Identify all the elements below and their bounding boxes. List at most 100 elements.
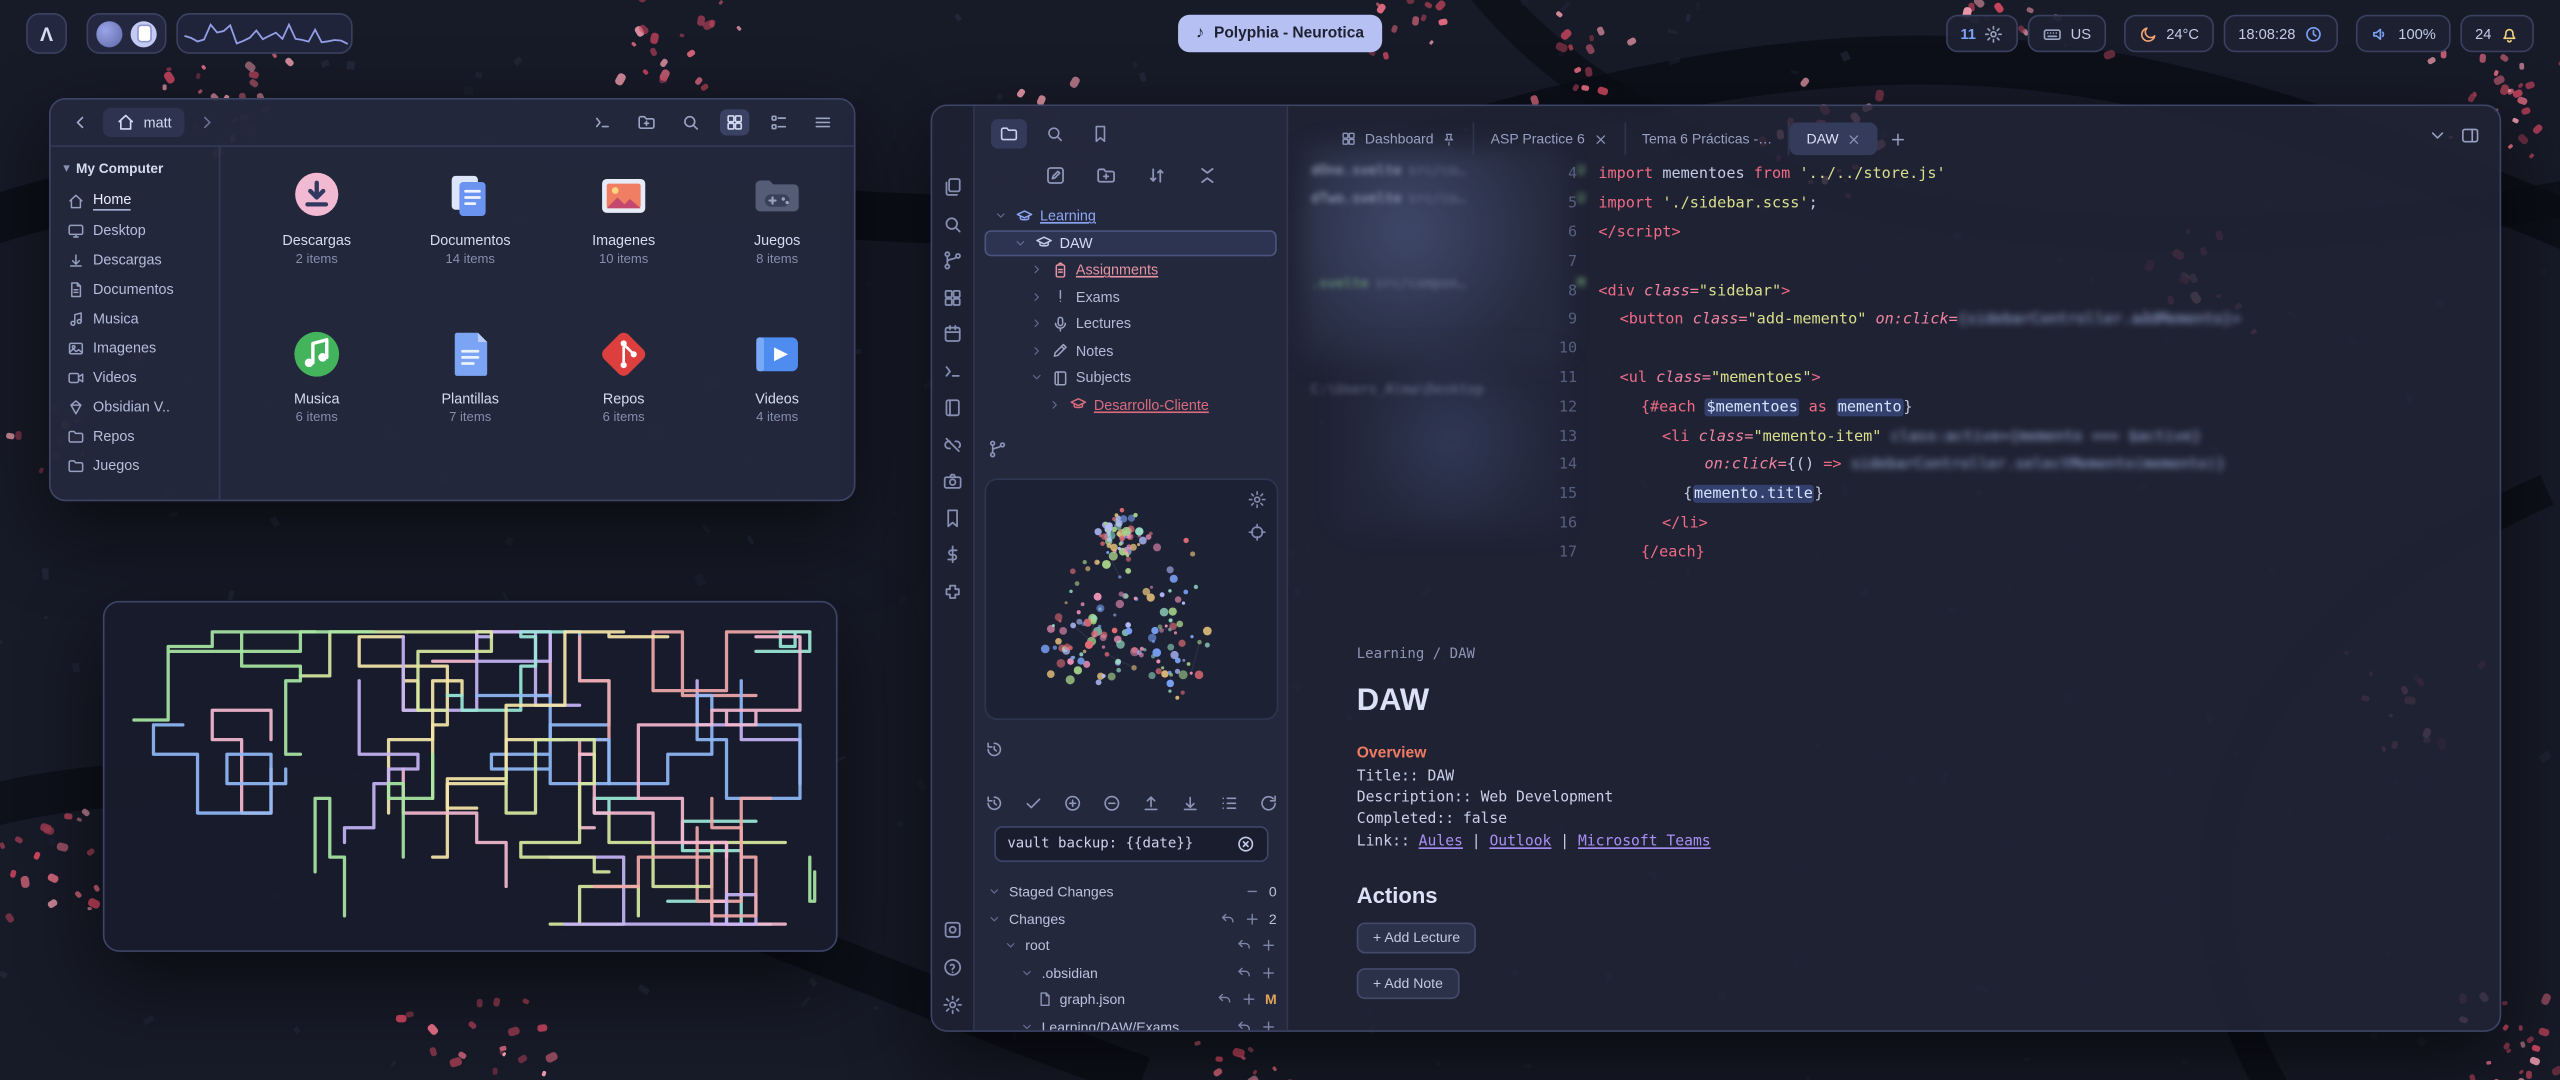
chevron-right-icon[interactable]: [1030, 263, 1045, 276]
clear-message-icon[interactable]: [1236, 834, 1256, 854]
sidebar-header[interactable]: ▾ My Computer: [64, 160, 209, 176]
chevron-down-icon[interactable]: [1014, 236, 1029, 249]
folder-musica[interactable]: Musica6 items: [240, 318, 393, 476]
sidebar-item-home[interactable]: Home: [60, 186, 209, 215]
sidebar-item-descargas[interactable]: Descargas: [60, 245, 209, 274]
open-terminal-button[interactable]: [588, 109, 617, 135]
graph-view[interactable]: [986, 480, 1278, 720]
keyboard-layout-pill[interactable]: US: [2028, 15, 2106, 53]
git-download-button[interactable]: [1176, 792, 1202, 815]
panel-tab-search[interactable]: [1037, 119, 1073, 148]
git-refresh-button[interactable]: [1255, 792, 1281, 815]
git-row-graph-json[interactable]: graph.jsonM: [984, 986, 1276, 1013]
close-tab-icon[interactable]: [1593, 131, 1608, 146]
git-row-obsidian[interactable]: .obsidian: [984, 959, 1276, 986]
add-lecture-button[interactable]: + Add Lecture: [1357, 922, 1477, 953]
clock-pill[interactable]: 18:08:28: [2224, 15, 2338, 53]
ribbon-puzzle-button[interactable]: [939, 579, 967, 603]
graph-filter-button[interactable]: [1247, 522, 1267, 542]
git-branch-icon[interactable]: [988, 439, 1008, 459]
add-note-button[interactable]: + Add Note: [1357, 968, 1459, 999]
commit-message-input[interactable]: [1007, 836, 1229, 852]
git-minus-icon[interactable]: [1244, 884, 1260, 900]
sidebar-item-documentos[interactable]: Documentos: [60, 274, 209, 303]
ribbon-camera-button[interactable]: [939, 469, 967, 493]
graph-settings-button[interactable]: [1247, 490, 1267, 510]
sidebar-item-obsidian-v[interactable]: Obsidian V..: [60, 392, 209, 421]
git-plus-icon[interactable]: [1260, 1018, 1276, 1031]
chevron-right-icon[interactable]: [1030, 290, 1045, 303]
git-upload-button[interactable]: [1137, 792, 1163, 815]
ribbon-grid-button[interactable]: [939, 285, 967, 309]
tab-list-button[interactable]: [2428, 126, 2448, 146]
tab-tema-6-pr-cticas[interactable]: Tema 6 Prácticas -…: [1626, 122, 1791, 155]
folder-juegos[interactable]: Juegos8 items: [700, 160, 853, 318]
ribbon-calendar-button[interactable]: [939, 322, 967, 346]
ribbon-link-off-button[interactable]: [939, 432, 967, 456]
git-plus-icon[interactable]: [1241, 991, 1257, 1007]
ribbon-help-button[interactable]: [939, 955, 967, 979]
tree-item-daw[interactable]: DAW: [984, 229, 1276, 256]
tree-item-subjects[interactable]: Subjects: [984, 364, 1276, 391]
chevron-down-icon[interactable]: [1020, 966, 1035, 979]
new-folder-button[interactable]: [632, 109, 661, 135]
tree-item-assignments[interactable]: Assignments: [984, 256, 1276, 283]
pin-icon[interactable]: [1442, 131, 1457, 146]
git-plus-icon[interactable]: [1244, 911, 1260, 927]
history-icon[interactable]: [984, 740, 1004, 760]
grid-view-button[interactable]: [720, 109, 749, 135]
chevron-down-icon[interactable]: [994, 209, 1009, 222]
tree-item-learning[interactable]: Learning: [984, 202, 1276, 229]
git-row-staged-changes[interactable]: Staged Changes0: [984, 878, 1276, 905]
folder-descargas[interactable]: Descargas2 items: [240, 160, 393, 318]
ribbon-terminal-button[interactable]: [939, 358, 967, 382]
folder-videos[interactable]: Videos4 items: [700, 318, 853, 476]
git-plus-circle-button[interactable]: [1059, 792, 1085, 815]
tab-daw[interactable]: DAW: [1790, 122, 1878, 155]
media-player-pill[interactable]: ♪ Polyphia - Neurotica: [1178, 15, 1382, 53]
ribbon-dollar-button[interactable]: [939, 542, 967, 566]
workspaces-pill[interactable]: [87, 13, 167, 54]
note-title[interactable]: DAW: [1357, 684, 2271, 720]
tree-item-desarrollo-cliente[interactable]: Desarrollo-Cliente: [984, 391, 1276, 418]
chevron-right-icon[interactable]: [1048, 398, 1063, 411]
git-undo-icon[interactable]: [1216, 991, 1232, 1007]
search-button[interactable]: [676, 109, 705, 135]
panel-tab-bookmark[interactable]: [1082, 119, 1118, 148]
folder-imagenes[interactable]: Imagenes10 items: [547, 160, 700, 318]
tree-item-notes[interactable]: Notes: [984, 337, 1276, 364]
git-plus-icon[interactable]: [1260, 964, 1276, 980]
folder-plus-button[interactable]: [1091, 162, 1120, 188]
git-row-learning-daw-exams[interactable]: Learning/DAW/Exams: [984, 1013, 1276, 1032]
folder-repos[interactable]: Repos6 items: [547, 318, 700, 476]
link-microsoft-teams[interactable]: Microsoft Teams: [1578, 834, 1711, 850]
forward-button[interactable]: [194, 109, 220, 135]
git-check-button[interactable]: [1020, 792, 1046, 815]
code-editor-view[interactable]: 4import mementoes from '../../store.js'5…: [1288, 160, 2499, 567]
ribbon-gear-button[interactable]: [939, 993, 967, 1017]
git-undo-icon[interactable]: [1220, 911, 1236, 927]
pencil-box-button[interactable]: [1040, 162, 1069, 188]
sidebar-item-repos[interactable]: Repos: [60, 421, 209, 450]
link-aules[interactable]: Aules: [1419, 834, 1463, 850]
volume-pill[interactable]: 100%: [2356, 15, 2451, 53]
tree-item-exams[interactable]: Exams: [984, 283, 1276, 310]
sidebar-item-musica[interactable]: Musica: [60, 304, 209, 333]
tab-dashboard[interactable]: Dashboard: [1324, 122, 1474, 155]
git-undo-icon[interactable]: [1236, 1018, 1252, 1031]
chevron-down-icon[interactable]: [988, 885, 1003, 898]
chevron-down-icon[interactable]: [1004, 939, 1019, 952]
git-undo-icon[interactable]: [1236, 964, 1252, 980]
folder-plantillas[interactable]: Plantillas7 items: [393, 318, 546, 476]
notifications-pill[interactable]: 24: [2460, 15, 2533, 53]
git-history-button[interactable]: [980, 792, 1006, 815]
panel-tab-folder[interactable]: [991, 119, 1027, 148]
ribbon-search-button[interactable]: [939, 211, 967, 235]
tab-asp-practice-6[interactable]: ASP Practice 6: [1474, 122, 1625, 155]
folder-documentos[interactable]: Documentos14 items: [393, 160, 546, 318]
toggle-right-sidebar-button[interactable]: [2460, 126, 2480, 146]
close-tab-icon[interactable]: [1847, 131, 1862, 146]
git-row-root[interactable]: root: [984, 932, 1276, 959]
sidebar-item-desktop[interactable]: Desktop: [60, 216, 209, 245]
chevron-down-icon[interactable]: [1030, 371, 1045, 384]
